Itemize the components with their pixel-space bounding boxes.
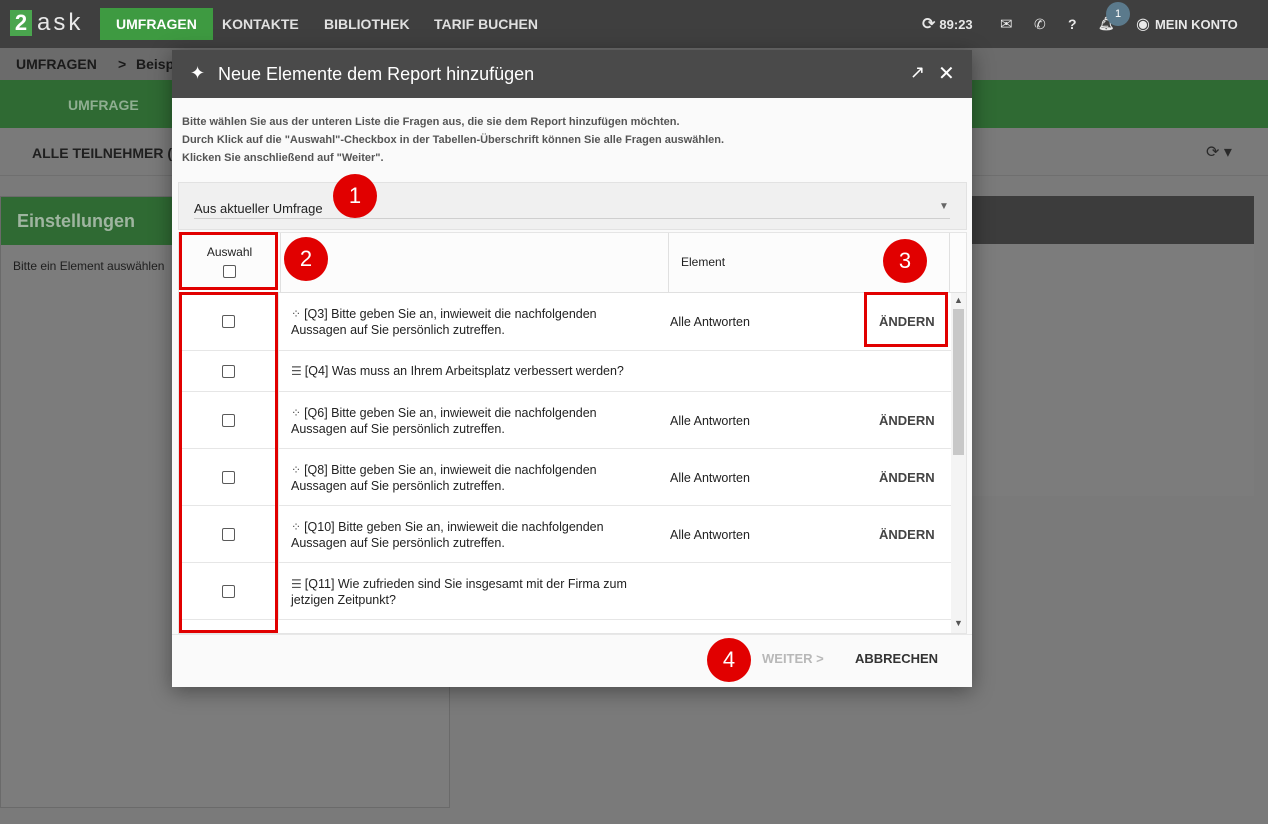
change-button[interactable]: ÄNDERN xyxy=(879,470,935,485)
source-select-value: Aus aktueller Umfrage xyxy=(194,201,323,216)
phone-icon[interactable]: ✆ xyxy=(1034,0,1046,48)
change-button[interactable]: ÄNDERN xyxy=(879,413,935,428)
app-logo[interactable]: 2 ask xyxy=(10,9,84,36)
change-button[interactable]: ÄNDERN xyxy=(879,527,935,542)
next-button[interactable]: WEITER > xyxy=(762,651,824,666)
logo-text: ask xyxy=(37,9,84,36)
element-value: Alle Antworten xyxy=(670,471,750,485)
dialog-header: ✦ Neue Elemente dem Report hinzufügen ↗ … xyxy=(172,50,972,98)
question-label: [Q8] Bitte geben Sie an, inwieweit die n… xyxy=(291,463,597,493)
matrix-question-icon: ⁘ xyxy=(291,463,302,477)
list-question-icon: ☰ xyxy=(291,577,302,591)
report-preview-panel xyxy=(970,196,1254,496)
footer-divider xyxy=(172,634,972,635)
participant-filter[interactable]: ALLE TEILNEHMER (IN xyxy=(32,145,186,161)
question-text: ☰ [Q11] Wie zufrieden sind Sie insgesamt … xyxy=(291,576,661,608)
question-label: [Q4] Was muss an Ihrem Arbeitsplatz verb… xyxy=(304,364,624,378)
table-row: ⁘ [Q8] Bitte geben Sie an, inwieweit die … xyxy=(179,449,951,506)
nav-kontakte[interactable]: KONTAKTE xyxy=(206,8,315,40)
help-icon[interactable]: ? xyxy=(1068,0,1077,48)
element-value: Alle Antworten xyxy=(670,414,750,428)
table-row: ☰ [Q11] Wie zufrieden sind Sie insgesamt … xyxy=(179,563,951,620)
matrix-question-icon: ⁘ xyxy=(291,406,302,420)
matrix-question-icon: ⁘ xyxy=(291,307,302,321)
annotation-marker-3: 3 xyxy=(883,239,927,283)
top-navigation-bar: 2 ask UMFRAGEN KONTAKTE BIBLIOTHEK TARIF… xyxy=(0,0,1268,48)
user-icon: ◉ xyxy=(1136,16,1150,33)
question-text: ⁘ [Q10] Bitte geben Sie an, inwieweit die… xyxy=(291,519,651,551)
column-question xyxy=(281,233,669,293)
table-row: ⁘ [Q10] Bitte geben Sie an, inwieweit die… xyxy=(179,506,951,563)
highlight-change-button xyxy=(864,292,948,347)
annotation-marker-1: 1 xyxy=(333,174,377,218)
refresh-dropdown-icon[interactable]: ⟳ ▾ xyxy=(1206,142,1232,162)
instruction-line: Klicken Sie anschließend auf "Weiter". xyxy=(182,152,384,164)
breadcrumb-current: Beisp xyxy=(136,56,175,72)
list-question-icon: ☰ xyxy=(291,364,302,378)
dialog-instructions: Bitte wählen Sie aus der unteren Liste d… xyxy=(182,113,724,167)
nav-bibliothek[interactable]: BIBLIOTHEK xyxy=(308,8,426,40)
question-text: ⁘ [Q8] Bitte geben Sie an, inwieweit die … xyxy=(291,462,651,494)
scroll-up-icon[interactable]: ▲ xyxy=(954,295,963,305)
element-value: Alle Antworten xyxy=(670,315,750,329)
column-divider xyxy=(949,233,950,293)
nav-tarif-buchen[interactable]: TARIF BUCHEN xyxy=(418,8,554,40)
table-scrollbar[interactable]: ▲ ▼ xyxy=(951,293,966,633)
annotation-marker-2: 2 xyxy=(284,237,328,281)
expand-icon[interactable]: ↗ xyxy=(910,62,925,83)
question-text: ⁘ [Q3] Bitte geben Sie an, inwieweit die … xyxy=(291,306,651,338)
table-row: ⁘ [Q6] Bitte geben Sie an, inwieweit die … xyxy=(179,392,951,449)
question-text: ☰ [Q4] Was muss an Ihrem Arbeitsplatz ver… xyxy=(291,363,651,379)
source-select[interactable]: Aus aktueller Umfrage ▼ xyxy=(178,182,967,230)
dialog-title: Neue Elemente dem Report hinzufügen xyxy=(218,64,535,84)
instruction-line: Durch Klick auf die "Auswahl"-Checkbox i… xyxy=(182,134,725,146)
question-label: [Q11] Wie zufrieden sind Sie insgesamt m… xyxy=(291,577,627,607)
select-underline xyxy=(194,218,950,219)
scroll-down-icon[interactable]: ▼ xyxy=(954,618,963,628)
breadcrumb-root[interactable]: UMFRAGEN xyxy=(16,56,97,72)
mail-icon[interactable]: ✉ xyxy=(1000,0,1013,48)
annotation-marker-4: 4 xyxy=(707,638,751,682)
timer-value: 89:23 xyxy=(939,16,973,32)
question-table: Auswahl Element ⁘ [Q3] Bitte geben Sie an… xyxy=(178,232,967,634)
chevron-down-icon: ▼ xyxy=(939,201,949,212)
instruction-line: Bitte wählen Sie aus der unteren Liste d… xyxy=(182,116,680,128)
logo-digit: 2 xyxy=(10,10,32,36)
question-label: [Q10] Bitte geben Sie an, inwieweit die … xyxy=(291,520,604,550)
matrix-question-icon: ⁘ xyxy=(291,520,302,534)
nav-umfragen[interactable]: UMFRAGEN xyxy=(100,8,213,40)
tab-umfrage[interactable]: UMFRAGE xyxy=(68,97,139,113)
report-preview-header xyxy=(970,196,1254,244)
refresh-icon: ⟳ xyxy=(922,16,936,33)
question-text: ⁘ [Q6] Bitte geben Sie an, inwieweit die … xyxy=(291,405,651,437)
highlight-row-checkboxes xyxy=(179,292,278,633)
add-elements-dialog: ✦ Neue Elemente dem Report hinzufügen ↗ … xyxy=(172,50,972,687)
scrollbar-thumb[interactable] xyxy=(953,309,964,455)
notification-badge: 1 xyxy=(1106,2,1130,26)
magic-wand-icon: ✦ xyxy=(190,63,206,83)
account-menu[interactable]: ◉ MEIN KONTO xyxy=(1136,0,1238,48)
highlight-select-all xyxy=(179,232,278,290)
table-row: ☰ [Q4] Was muss an Ihrem Arbeitsplatz ver… xyxy=(179,351,951,392)
element-value: Alle Antworten xyxy=(670,528,750,542)
question-label: [Q3] Bitte geben Sie an, inwieweit die n… xyxy=(291,307,597,337)
column-element-label: Element xyxy=(681,255,726,269)
table-row: ⁘ [Q3] Bitte geben Sie an, inwieweit die … xyxy=(179,293,951,351)
account-label: MEIN KONTO xyxy=(1154,16,1238,32)
question-label: [Q6] Bitte geben Sie an, inwieweit die n… xyxy=(291,406,597,436)
cancel-button[interactable]: ABBRECHEN xyxy=(855,651,938,666)
session-timer: ⟳ 89:23 xyxy=(922,0,973,48)
breadcrumb-separator: > xyxy=(118,56,127,72)
close-icon[interactable]: ✕ xyxy=(938,61,955,86)
